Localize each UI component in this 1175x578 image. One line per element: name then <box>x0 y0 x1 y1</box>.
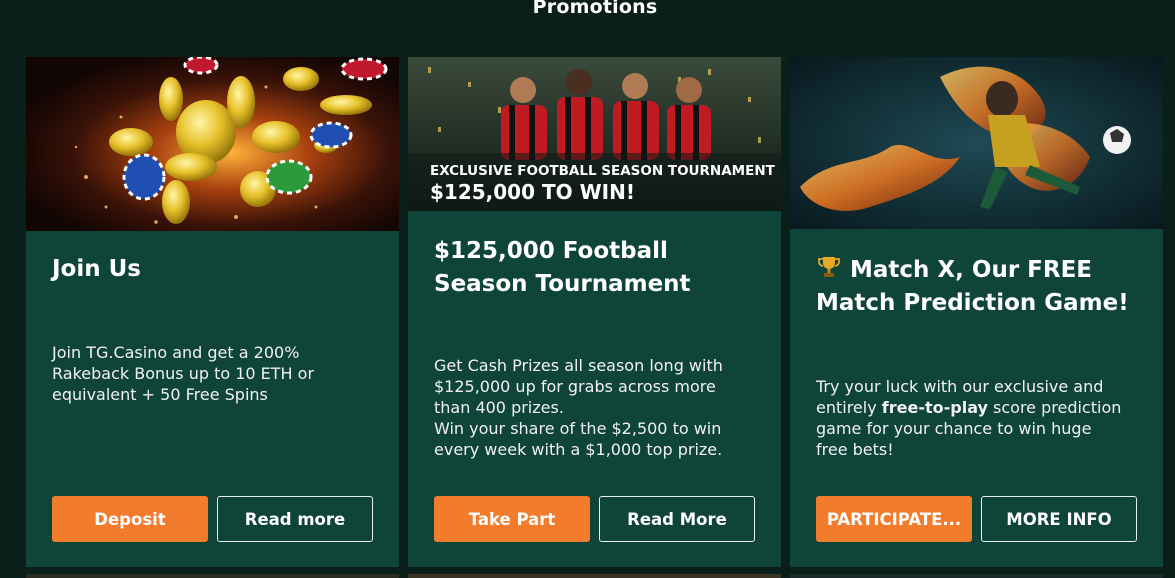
promo-card-join-us: Join Us Join TG.Casino and get a 200% Ra… <box>26 57 399 567</box>
promotions-page: Promotions Join Us Join TG.Casino and ge… <box>0 0 1175 578</box>
next-row-card-edge <box>26 574 399 578</box>
take-part-button[interactable]: Take Part <box>434 496 590 542</box>
deposit-button[interactable]: Deposit <box>52 496 208 542</box>
read-more-button[interactable]: Read more <box>217 496 373 542</box>
casino-coins-banner <box>26 57 399 231</box>
banner-prize: $125,000 TO WIN! <box>430 180 635 204</box>
fire-footballer-banner <box>790 57 1163 229</box>
card-description: Join TG.Casino and get a 200% Rakeback B… <box>52 343 315 404</box>
read-more-button[interactable]: Read More <box>599 496 755 542</box>
card-title-line-2: Season Tournament <box>434 271 691 297</box>
football-tournament-banner: EXCLUSIVE FOOTBALL SEASON TOURNAMENT $12… <box>408 57 781 211</box>
description-bold-text: free-to-play <box>881 398 988 417</box>
card-title: $125,000 Football Season Tournament <box>434 235 764 301</box>
promo-card-match-x: Match X, Our FREE Match Prediction Game!… <box>790 57 1163 567</box>
card-title: Match X, Our FREE Match Prediction Game! <box>816 254 1146 320</box>
banner-headline: EXCLUSIVE FOOTBALL SEASON TOURNAMENT <box>430 163 776 179</box>
card-title: Join Us <box>52 256 141 282</box>
next-row-card-edge <box>408 574 781 578</box>
card-description-line-2: Win your share of the $2,500 to win ever… <box>434 419 723 459</box>
card-description-line-1: Get Cash Prizes all season long with $12… <box>434 356 723 417</box>
participate-button[interactable]: PARTICIPATE... <box>816 496 972 542</box>
trophy-icon <box>818 257 840 277</box>
card-title-line-1: $125,000 Football <box>434 238 668 264</box>
page-title: Promotions <box>532 0 658 18</box>
more-info-button[interactable]: MORE INFO <box>981 496 1137 542</box>
card-title-text: Match X, Our FREE Match Prediction Game! <box>816 257 1129 316</box>
card-description: Get Cash Prizes all season long with $12… <box>434 355 744 460</box>
promo-card-football-tournament: EXCLUSIVE FOOTBALL SEASON TOURNAMENT $12… <box>408 57 781 567</box>
next-row-card-edge <box>790 574 1163 578</box>
card-description: Try your luck with our exclusive and ent… <box>816 376 1126 460</box>
